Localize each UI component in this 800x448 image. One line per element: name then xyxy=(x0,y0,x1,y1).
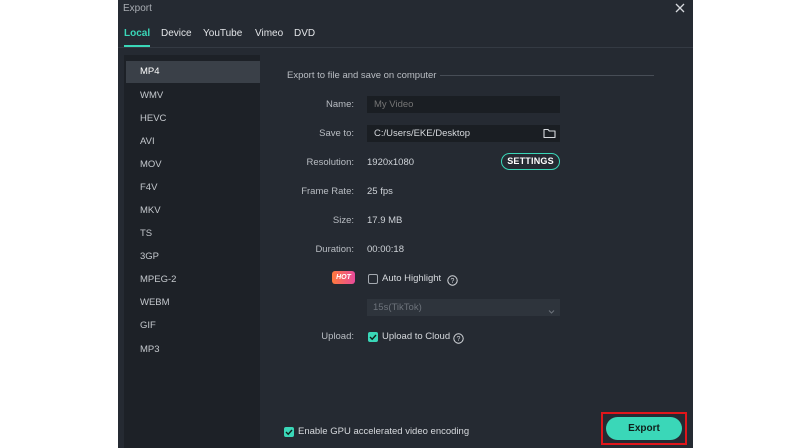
gpu-encoding-checkbox[interactable] xyxy=(284,427,294,437)
format-item-gif[interactable]: GIF xyxy=(126,315,260,337)
upload-cloud-help-icon[interactable]: ? xyxy=(453,331,464,344)
upload-cloud-checkbox[interactable] xyxy=(368,332,378,342)
svg-text:?: ? xyxy=(451,278,455,285)
folder-icon[interactable] xyxy=(543,127,556,139)
close-icon[interactable] xyxy=(673,1,687,15)
format-list: MP4 WMV HEVC AVI MOV F4V MKV TS 3GP MPEG… xyxy=(124,55,260,448)
format-item-hevc[interactable]: HEVC xyxy=(126,108,260,130)
format-item-mp4[interactable]: MP4 xyxy=(126,61,260,83)
auto-highlight-checkbox[interactable] xyxy=(368,274,378,284)
format-item-mov[interactable]: MOV xyxy=(126,154,260,176)
name-label: Name: xyxy=(326,99,354,110)
tab-device[interactable]: Device xyxy=(161,28,192,39)
save-to-label: Save to: xyxy=(319,128,354,139)
settings-button[interactable]: SETTINGS xyxy=(501,153,560,170)
tab-dvd[interactable]: DVD xyxy=(294,28,315,39)
format-item-ts[interactable]: TS xyxy=(126,223,260,245)
export-settings-panel: Export to file and save on computer Name… xyxy=(260,55,693,448)
name-field[interactable] xyxy=(367,96,560,113)
format-item-avi[interactable]: AVI xyxy=(126,131,260,153)
tab-youtube[interactable]: YouTube xyxy=(203,28,242,39)
window-title: Export xyxy=(123,3,152,14)
format-item-f4v[interactable]: F4V xyxy=(126,177,260,199)
format-item-3gp[interactable]: 3GP xyxy=(126,246,260,268)
duration-value: 00:00:18 xyxy=(367,244,404,255)
auto-highlight-help-icon[interactable]: ? xyxy=(447,273,458,286)
duration-label: Duration: xyxy=(315,244,354,255)
size-label: Size: xyxy=(332,215,354,226)
export-dialog: Export Local Device YouTube Vimeo DVD MP… xyxy=(118,0,693,448)
format-item-mkv[interactable]: MKV xyxy=(126,200,260,222)
resolution-value: 1920x1080 xyxy=(367,157,415,168)
name-input[interactable] xyxy=(374,96,544,113)
frame-rate-value: 25 fps xyxy=(367,186,393,197)
title-bar: Export xyxy=(118,0,693,18)
tabs-divider xyxy=(118,47,693,48)
format-item-mp3[interactable]: MP3 xyxy=(126,339,260,361)
highlight-duration-dropdown[interactable]: 15s(TikTok) xyxy=(367,299,560,316)
resolution-label: Resolution: xyxy=(306,157,354,168)
format-item-mpeg2[interactable]: MPEG-2 xyxy=(126,269,260,291)
tab-vimeo[interactable]: Vimeo xyxy=(255,28,283,39)
gpu-encoding-label[interactable]: Enable GPU accelerated video encoding xyxy=(298,426,469,437)
save-to-field[interactable]: C:/Users/EKE/Desktop xyxy=(367,125,560,142)
export-button-highlight-frame xyxy=(601,412,687,445)
format-item-webm[interactable]: WEBM xyxy=(126,292,260,314)
hot-badge: HOT xyxy=(332,271,355,284)
upload-label: Upload: xyxy=(321,331,354,342)
format-item-wmv[interactable]: WMV xyxy=(126,85,260,107)
svg-text:?: ? xyxy=(457,336,461,343)
size-value: 17.9 MB xyxy=(367,215,403,226)
save-to-path: C:/Users/EKE/Desktop xyxy=(374,128,471,139)
highlight-duration-value: 15s(TikTok) xyxy=(373,302,422,313)
section-divider xyxy=(440,75,654,76)
auto-highlight-label[interactable]: Auto Highlight xyxy=(382,273,441,284)
tab-local[interactable]: Local xyxy=(124,28,151,47)
upload-cloud-label[interactable]: Upload to Cloud xyxy=(382,331,450,342)
chevron-down-icon xyxy=(548,304,555,321)
section-title: Export to file and save on computer xyxy=(287,70,437,81)
frame-rate-label: Frame Rate: xyxy=(301,186,354,197)
